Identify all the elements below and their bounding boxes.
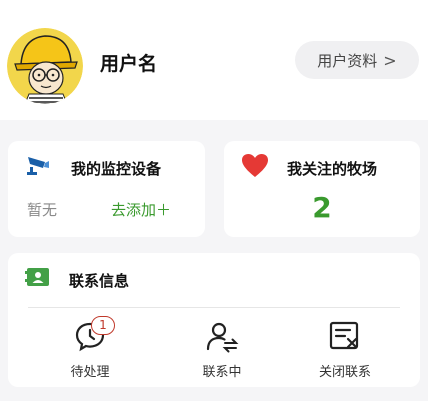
heart-icon [242, 154, 268, 177]
camera-icon [27, 157, 49, 175]
person-exchange-icon [206, 322, 239, 353]
avatar[interactable] [7, 28, 83, 104]
contact-card: 联系信息 待处理 1 联系中 关闭联系 [8, 253, 420, 387]
profile-header: 用户名 用户资料 > [0, 0, 428, 120]
devices-empty-text: 暂无 [27, 201, 58, 219]
devices-title: 我的监控设备 [71, 160, 162, 178]
closed-contact-button[interactable]: 关闭联系 [285, 319, 405, 380]
contact-card-icon [25, 268, 49, 286]
username: 用户名 [100, 53, 158, 75]
closed-contact-label: 关闭联系 [318, 365, 371, 380]
divider [28, 307, 400, 308]
in-contact-button[interactable]: 联系中 [162, 319, 282, 380]
pending-count-badge: 1 [91, 316, 115, 335]
contact-title: 联系信息 [69, 272, 130, 290]
in-contact-label: 联系中 [202, 365, 242, 380]
profile-button[interactable]: 用户资料 > [295, 41, 419, 79]
farms-card[interactable]: 我关注的牧场 2 [224, 141, 420, 237]
farms-title: 我关注的牧场 [287, 160, 378, 178]
closed-message-icon [329, 321, 359, 350]
pending-label: 待处理 [70, 365, 110, 380]
devices-card[interactable]: 我的监控设备 暂无 去添加＋ [8, 141, 205, 237]
chevron-right-icon: > [383, 50, 397, 70]
profile-button-label: 用户资料 [317, 51, 378, 70]
add-device-link[interactable]: 去添加＋ [111, 199, 171, 220]
followed-farms-count: 2 [312, 191, 332, 224]
avatar-image [7, 28, 83, 104]
pending-button[interactable]: 待处理 [30, 319, 150, 380]
